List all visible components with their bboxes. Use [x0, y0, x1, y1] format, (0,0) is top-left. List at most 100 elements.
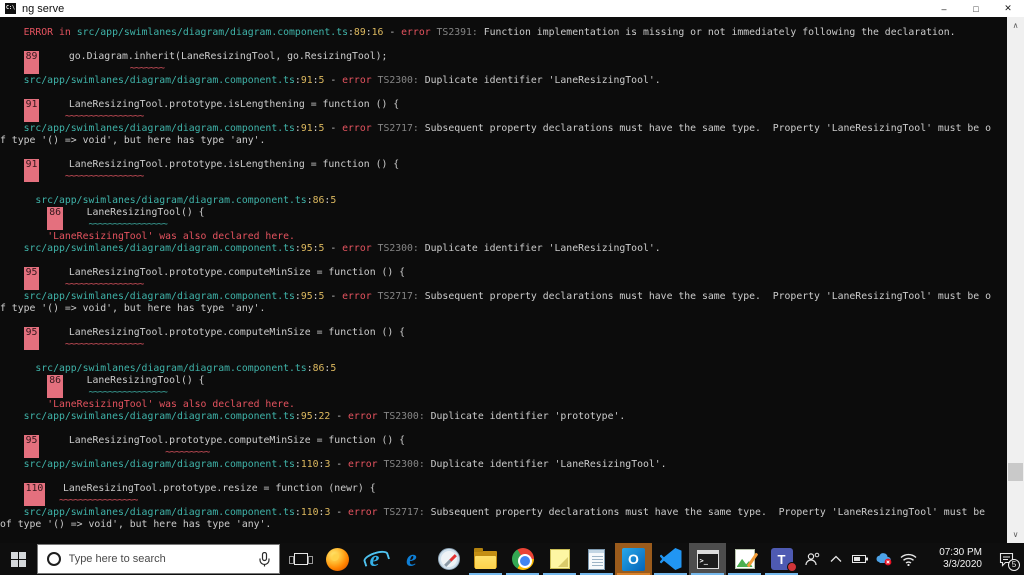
terminal-text: LaneResizingTool.prototype.isLengthening…: [39, 159, 400, 170]
terminal-line: ERROR in src/app/swimlanes/diagram/diagr…: [0, 27, 1024, 39]
terminal-line: 95 LaneResizingTool.prototype.computeMin…: [0, 267, 1024, 290]
task-view-button[interactable]: [282, 543, 319, 575]
scrollbar-up-icon[interactable]: ∧: [1007, 17, 1024, 34]
terminal-text: error: [401, 27, 431, 38]
taskbar-app-photos[interactable]: [726, 543, 763, 575]
terminal-line: 'LaneResizingTool' was also declared her…: [0, 399, 1024, 411]
terminal-line: 89 go.Diagram.inherit(LaneResizingTool, …: [0, 51, 1024, 74]
people-icon[interactable]: [800, 543, 824, 575]
start-button[interactable]: [0, 543, 37, 575]
scrollbar-down-icon[interactable]: ∨: [1007, 526, 1024, 543]
taskbar-app-sticky-notes[interactable]: [541, 543, 578, 575]
terminal-text: -: [324, 75, 343, 86]
taskbar-app-outlook[interactable]: [615, 543, 652, 575]
taskbar-app-edge[interactable]: [393, 543, 430, 575]
close-button[interactable]: ✕: [992, 0, 1024, 17]
scrollbar-thumb[interactable]: [1008, 463, 1023, 481]
vertical-scrollbar[interactable]: ∧ ∨: [1007, 17, 1024, 543]
terminal-line: 'LaneResizingTool' was also declared her…: [0, 231, 1024, 243]
battery-icon[interactable]: [848, 543, 872, 575]
window-titlebar: C:\ ng serve – □ ✕: [0, 0, 1024, 17]
terminal-text: LaneResizingTool.prototype.computeMinSiz…: [39, 327, 406, 338]
microphone-icon[interactable]: [259, 551, 270, 567]
terminal-text: ~~~~~~~: [129, 63, 165, 74]
terminal-text: error: [348, 459, 378, 470]
terminal-text: error: [342, 291, 372, 302]
onedrive-icon[interactable]: [872, 543, 896, 575]
taskbar-search[interactable]: [36, 544, 280, 574]
terminal-text: -: [330, 459, 349, 470]
terminal-text: 'LaneResizingTool' was also declared her…: [47, 231, 295, 242]
terminal-text: TS2300:: [377, 75, 419, 86]
terminal-text: 95: [300, 291, 313, 302]
terminal-text: TS2717:: [377, 291, 419, 302]
terminal-text: TS2717:: [377, 123, 419, 134]
minimize-button[interactable]: –: [928, 0, 960, 17]
chrome-icon: [511, 548, 534, 570]
terminal-text: ~~~~~~~~~~~~~~~~: [58, 495, 138, 506]
taskbar-app-ie[interactable]: [356, 543, 393, 575]
terminal-text: Subsequent property declarations must ha…: [418, 123, 991, 134]
notification-count-badge: 5: [1008, 559, 1020, 571]
terminal-text: error: [342, 75, 372, 86]
taskbar-app-notepad[interactable]: [578, 543, 615, 575]
taskbar-app-safari[interactable]: [430, 543, 467, 575]
terminal-line: ~~~~~~~~~~~~~~~~: [0, 219, 1024, 231]
terminal-text: 22: [318, 411, 331, 422]
maximize-button[interactable]: □: [960, 0, 992, 17]
taskbar-app-vscode[interactable]: [652, 543, 689, 575]
terminal-text: 110: [300, 507, 319, 518]
terminal-text: 'LaneResizingTool' was also declared her…: [47, 399, 295, 410]
windows-logo-icon: [10, 551, 26, 567]
wifi-icon[interactable]: [896, 543, 920, 575]
taskbar-app-firefox[interactable]: [319, 543, 356, 575]
terminal-text: -: [383, 27, 402, 38]
clock-date: 3/3/2020: [943, 559, 982, 570]
terminal-line: src/app/swimlanes/diagram/diagram.compon…: [0, 291, 1024, 303]
terminal-text: 16: [371, 27, 384, 38]
cortana-icon: [46, 552, 61, 566]
terminal-line: src/app/swimlanes/diagram/diagram.compon…: [0, 459, 1024, 471]
terminal-text: -: [330, 507, 349, 518]
action-center-button[interactable]: 5: [988, 543, 1024, 575]
search-input[interactable]: [68, 553, 250, 565]
taskbar-app-explorer[interactable]: [467, 543, 504, 575]
terminal-line: 91 LaneResizingTool.prototype.isLengthen…: [0, 159, 1024, 182]
terminal-text: src/app/swimlanes/diagram/diagram.compon…: [35, 363, 307, 374]
terminal-text: error: [342, 243, 372, 254]
terminal-text: LaneResizingTool.prototype.isLengthening…: [39, 99, 400, 110]
terminal-text: ~~~~~~~~~~~~~~~~: [88, 219, 167, 230]
terminal-text: ~~~~~~~~~~~~~~~~: [64, 339, 144, 350]
terminal-text: LaneResizingTool.prototype.computeMinSiz…: [39, 267, 406, 278]
taskbar-app-cmd[interactable]: [689, 543, 726, 575]
terminal-text: src/app/swimlanes/diagram/diagram.compon…: [23, 411, 295, 422]
terminal-line: f type '() => void', but here has type '…: [0, 303, 1024, 315]
hidden-icons-chevron-icon[interactable]: [824, 543, 848, 575]
taskbar-app-chrome[interactable]: [504, 543, 541, 575]
terminal-text: 95: [300, 411, 313, 422]
taskbar-clock[interactable]: 07:30 PM 3/3/2020: [924, 547, 982, 571]
taskbar-app-teams[interactable]: [763, 543, 800, 575]
terminal-line: 86 LaneResizingTool() {: [0, 375, 1024, 398]
terminal-line: of type '() => void', but here has type …: [0, 519, 1024, 531]
terminal-text: ~~~~~~~~~: [165, 447, 210, 458]
terminal-text: error: [342, 123, 372, 134]
terminal-text: -: [324, 123, 343, 134]
